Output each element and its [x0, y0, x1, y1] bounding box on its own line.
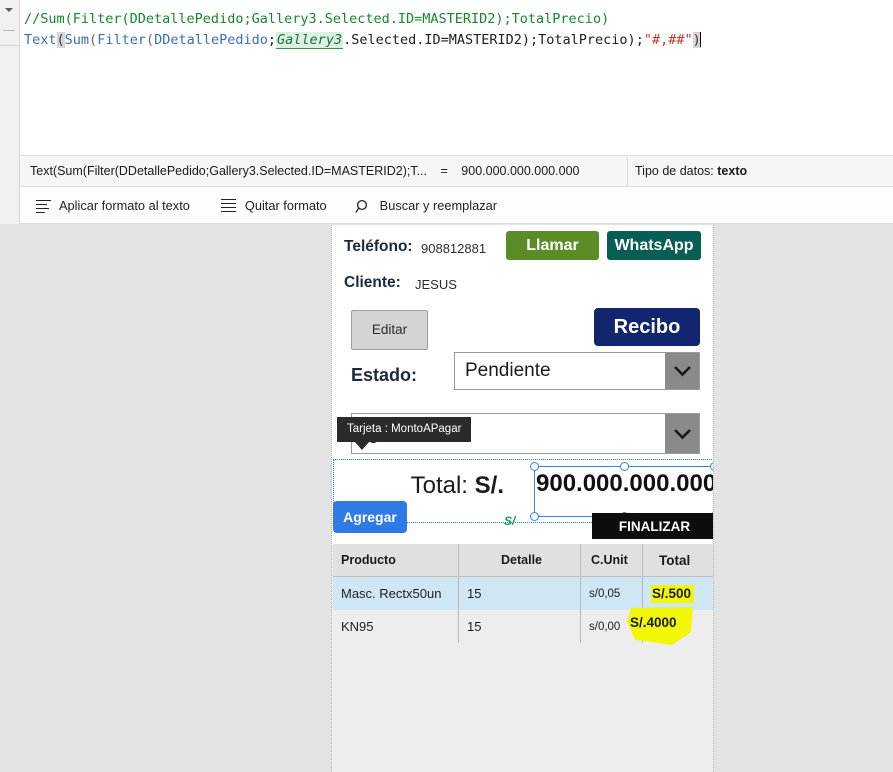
- column-header-detalle[interactable]: Detalle: [458, 544, 580, 576]
- formula-line-1: //Sum(Filter(DDetallePedido;Gallery3.Sel…: [24, 9, 893, 30]
- token-sum-fn: Sum: [64, 32, 90, 48]
- token-semicolon-1: ;: [267, 32, 277, 48]
- apply-format-label: Aplicar formato al texto: [59, 198, 190, 213]
- result-value: 900.000.000.000.000: [461, 164, 580, 178]
- column-header-producto[interactable]: Producto: [333, 544, 458, 576]
- formula-line-2: Text(Sum(Filter(DDetallePedido;Gallery3.…: [24, 30, 893, 51]
- column-header-total[interactable]: Total: [642, 544, 713, 576]
- design-workspace: Teléfono: 908812881 Llamar WhatsApp Clie…: [0, 224, 893, 772]
- find-replace-label: Buscar y reemplazar: [379, 198, 498, 213]
- subtotal-currency-label: S/: [504, 514, 516, 528]
- control-tooltip: Tarjeta : MontoAPagar: [337, 417, 472, 450]
- formula-input[interactable]: //Sum(Filter(DDetallePedido;Gallery3.Sel…: [20, 0, 893, 155]
- cell-producto: Masc. Rectx50un: [341, 586, 442, 601]
- token-gallery3-highlight[interactable]: Gallery3: [276, 32, 344, 49]
- token-totalprecio: ;TotalPrecio): [530, 32, 636, 48]
- token-format-string: "#,##": [643, 32, 693, 48]
- total-value: 900.000.000.000: [536, 470, 714, 497]
- gutter-divider-2: [0, 45, 19, 46]
- formula-result-bar: Text(Sum(Filter(DDetallePedido;Gallery3.…: [20, 155, 893, 187]
- clear-format-label: Quitar formato: [244, 198, 327, 213]
- estado-label: Estado:: [351, 365, 418, 385]
- apply-format-icon: [34, 199, 51, 214]
- column-header-cunit[interactable]: C.Unit: [580, 544, 642, 576]
- receipt-button[interactable]: Recibo: [594, 308, 700, 346]
- whatsapp-button[interactable]: WhatsApp: [607, 231, 701, 260]
- token-datasource: DDetallePedido: [154, 32, 268, 48]
- total-label-text: Total:: [410, 472, 468, 499]
- call-button[interactable]: Llamar: [506, 231, 599, 260]
- result-divider: [627, 157, 628, 187]
- token-selected-id: .Selected.ID=MASTERID2): [343, 32, 531, 48]
- clear-format-button[interactable]: Quitar formato: [220, 198, 327, 213]
- token-text-fn: Text: [24, 32, 57, 48]
- formula-toolbar: Aplicar formato al texto Quitar formato …: [20, 188, 893, 224]
- phone-value: 908812881: [421, 241, 487, 256]
- token-open-paren: (: [56, 32, 65, 48]
- cell-total-kn95: S/.4000: [630, 615, 677, 630]
- gutter-divider: [3, 30, 15, 31]
- cell-detalle: 15: [458, 577, 580, 610]
- apply-text-format-button[interactable]: Aplicar formato al texto: [34, 198, 190, 214]
- token-paren-3: (: [145, 32, 155, 48]
- cell-detalle: 15: [458, 610, 580, 643]
- cell-total-highlighted: S/.500: [651, 584, 695, 603]
- result-equals: =: [440, 164, 448, 178]
- estado-dropdown[interactable]: Pendiente: [454, 352, 700, 390]
- collapse-caret-icon[interactable]: [5, 8, 13, 12]
- datatype-info: Tipo de datos: texto: [635, 164, 747, 178]
- cell-total: S/.500: [642, 577, 713, 610]
- formula-comment-line: //Sum(Filter(DDetallePedido;Gallery3.Sel…: [24, 11, 610, 27]
- edit-button[interactable]: Editar: [351, 310, 428, 350]
- clear-format-icon: [220, 198, 237, 213]
- cell-cunit: s/0,05: [580, 577, 642, 610]
- find-replace-button[interactable]: Buscar y reemplazar: [354, 198, 498, 213]
- estado-dropdown-value: Pendiente: [465, 360, 551, 381]
- datatype-value: texto: [717, 164, 748, 178]
- token-semicolon-2: ;: [635, 32, 644, 48]
- formula-editor-region: //Sum(Filter(DDetallePedido;Gallery3.Sel…: [0, 0, 893, 224]
- datatype-label: Tipo de datos:: [635, 164, 714, 178]
- formula-gutter: [0, 0, 20, 224]
- result-expression: Text(Sum(Filter(DDetallePedido;Gallery3.…: [30, 164, 428, 178]
- table-header-row: Producto Detalle C.Unit Total: [333, 544, 713, 577]
- total-currency: S/.: [474, 472, 504, 499]
- search-icon: [354, 199, 372, 213]
- cell-producto: KN95: [341, 619, 374, 634]
- text-cursor: [699, 32, 701, 47]
- chevron-down-icon[interactable]: [665, 353, 699, 389]
- table-row[interactable]: Masc. Rectx50un 15 s/0,05 S/.500: [333, 577, 713, 610]
- phone-label: Teléfono:: [344, 238, 413, 255]
- client-label: Cliente:: [344, 274, 401, 291]
- total-label: Total: S/.: [411, 472, 504, 500]
- app-canvas[interactable]: Teléfono: 908812881 Llamar WhatsApp Clie…: [331, 225, 714, 772]
- token-paren-2: (: [89, 32, 98, 48]
- finalize-button[interactable]: FINALIZAR: [592, 513, 713, 539]
- client-value: JESUS: [415, 277, 457, 292]
- result-expression-wrap: Text(Sum(Filter(DDetallePedido;Gallery3.…: [20, 164, 579, 178]
- token-filter-fn: Filter: [97, 32, 146, 48]
- chevron-down-icon-2[interactable]: [665, 414, 699, 453]
- add-button[interactable]: Agregar: [333, 501, 407, 533]
